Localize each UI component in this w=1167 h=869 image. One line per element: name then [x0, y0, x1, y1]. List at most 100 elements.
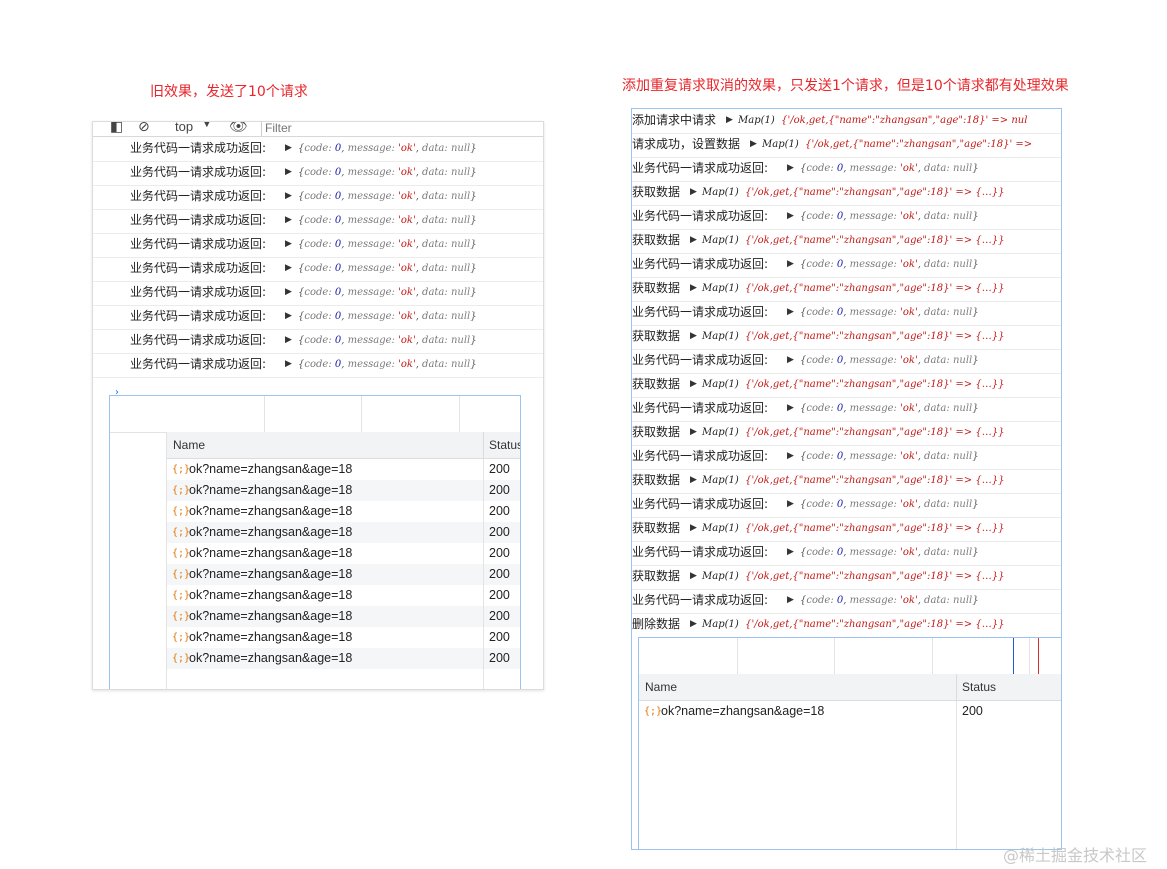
network-request-row[interactable]: {;} ok?name=zhangsan&age=18 200 [167, 501, 520, 522]
log-object-preview[interactable]: Map(1) {'/ok,get,{"name":"zhangsan","age… [702, 469, 1004, 492]
live-expression-eye-icon[interactable]: 👁 [229, 122, 248, 135]
log-object-preview[interactable]: Map(1) {'/ok,get,{"name":"zhangsan","age… [702, 517, 1004, 540]
log-object-preview[interactable]: {code: 0, message: 'ok', data: null} [298, 137, 477, 160]
expand-triangle-icon[interactable]: ▶ [690, 469, 697, 492]
log-object-preview[interactable]: {code: 0, message: 'ok', data: null} [800, 301, 979, 324]
request-name: ok?name=zhangsan&age=18 [189, 483, 353, 497]
log-label: 业务代码一请求成功返回: [130, 237, 267, 251]
expand-triangle-icon[interactable]: ▶ [690, 373, 697, 396]
network-table-header: Name Status [639, 674, 1061, 701]
context-selector[interactable]: top [175, 122, 193, 134]
right-console-log-list: 添加请求中请求 ▶ Map(1) {'/ok,get,{"name":"zhangs… [632, 109, 1061, 637]
log-object-preview[interactable]: {code: 0, message: 'ok', data: null} [800, 397, 979, 420]
log-object-preview[interactable]: {code: 0, message: 'ok', data: null} [298, 209, 477, 232]
expand-triangle-icon[interactable]: ▶ [726, 109, 733, 132]
log-object-preview[interactable]: {code: 0, message: 'ok', data: null} [800, 445, 979, 468]
console-log-row: 业务代码一请求成功返回: ▶ {code: 0, message: 'ok', da… [93, 161, 543, 186]
request-name: ok?name=zhangsan&age=18 [189, 588, 353, 602]
log-label: 请求成功，设置数据 [632, 137, 741, 151]
network-request-row[interactable]: {;} ok?name=zhangsan&age=18 200 [167, 606, 520, 627]
expand-triangle-icon[interactable]: ▶ [750, 133, 757, 156]
expand-triangle-icon[interactable]: ▶ [285, 305, 292, 328]
log-object-preview[interactable]: Map(1) {'/ok,get,{"name":"zhangsan","age… [702, 421, 1004, 444]
expand-triangle-icon[interactable]: ▶ [787, 349, 794, 372]
expand-triangle-icon[interactable]: ▶ [285, 137, 292, 160]
expand-triangle-icon[interactable]: ▶ [690, 229, 697, 252]
log-object-preview[interactable]: Map(1) {'/ok,get,{"name":"zhangsan","age… [702, 613, 1004, 636]
log-object-preview[interactable]: Map(1) {'/ok,get,{"name":"zhangsan","age… [702, 229, 1004, 252]
expand-triangle-icon[interactable]: ▶ [787, 493, 794, 516]
log-object-preview[interactable]: Map(1) {'/ok,get,{"name":"zhangsan","age… [702, 565, 1004, 588]
log-object-preview[interactable]: Map(1) {'/ok,get,{"name":"zhangsan","age… [702, 373, 1004, 396]
expand-triangle-icon[interactable]: ▶ [787, 589, 794, 612]
log-object-preview[interactable]: {code: 0, message: 'ok', data: null} [298, 305, 477, 328]
log-object-preview[interactable]: {code: 0, message: 'ok', data: null} [800, 253, 979, 276]
expand-triangle-icon[interactable]: ▶ [690, 517, 697, 540]
log-object-preview[interactable]: {code: 0, message: 'ok', data: null} [298, 185, 477, 208]
network-request-row[interactable]: {;} ok?name=zhangsan&age=18 200 [167, 585, 520, 606]
log-object-preview[interactable]: {code: 0, message: 'ok', data: null} [800, 157, 979, 180]
console-log-row: 业务代码一请求成功返回: ▶ {code: 0, message: 'ok', da… [632, 157, 1061, 182]
log-object-preview[interactable]: {code: 0, message: 'ok', data: null} [800, 349, 979, 372]
log-object-preview[interactable]: {code: 0, message: 'ok', data: null} [298, 161, 477, 184]
name-column-header[interactable]: Name [173, 438, 205, 452]
status-column-header[interactable]: Status [962, 680, 996, 694]
network-request-row[interactable]: {;} ok?name=zhangsan&age=18 200 [167, 480, 520, 501]
network-request-row[interactable]: {;} ok?name=zhangsan&age=18 200 [167, 522, 520, 543]
log-object-preview[interactable]: Map(1) {'/ok,get,{"name":"zhangsan","age… [702, 277, 1004, 300]
console-log-row: 业务代码一请求成功返回: ▶ {code: 0, message: 'ok', da… [93, 305, 543, 330]
expand-triangle-icon[interactable]: ▶ [285, 185, 292, 208]
console-log-row: 获取数据 ▶ Map(1) {'/ok,get,{"name":"zhangsan"… [632, 325, 1061, 350]
expand-triangle-icon[interactable]: ▶ [285, 209, 292, 232]
expand-triangle-icon[interactable]: ▶ [285, 161, 292, 184]
network-request-row[interactable]: {;} ok?name=zhangsan&age=18 200 [167, 564, 520, 585]
log-object-preview[interactable]: {code: 0, message: 'ok', data: null} [800, 541, 979, 564]
log-object-preview[interactable]: Map(1) {'/ok,get,{"name":"zhangsan","age… [738, 109, 1027, 132]
log-label: 添加请求中请求 [632, 113, 717, 127]
context-dropdown-arrow-icon[interactable]: ▼ [203, 122, 211, 129]
expand-triangle-icon[interactable]: ▶ [690, 181, 697, 204]
network-request-row[interactable]: {;} ok?name=zhangsan&age=18 200 [167, 459, 520, 480]
network-request-row[interactable]: {;} ok?name=zhangsan&age=18 200 [167, 627, 520, 648]
expand-triangle-icon[interactable]: ▶ [787, 541, 794, 564]
expand-triangle-icon[interactable]: ▶ [787, 205, 794, 228]
expand-triangle-icon[interactable]: ▶ [690, 325, 697, 348]
expand-triangle-icon[interactable]: ▶ [285, 353, 292, 376]
network-request-row[interactable]: {;} ok?name=zhangsan&age=18 200 [167, 543, 520, 564]
log-object-preview[interactable]: {code: 0, message: 'ok', data: null} [298, 281, 477, 304]
log-object-preview[interactable]: {code: 0, message: 'ok', data: null} [298, 329, 477, 352]
log-object-preview[interactable]: {code: 0, message: 'ok', data: null} [298, 353, 477, 376]
expand-triangle-icon[interactable]: ▶ [285, 257, 292, 280]
log-object-preview[interactable]: {code: 0, message: 'ok', data: null} [800, 589, 979, 612]
status-column-header[interactable]: Status [489, 438, 520, 452]
clear-console-icon[interactable]: ⊘ [138, 122, 150, 135]
log-object-preview[interactable]: {code: 0, message: 'ok', data: null} [298, 233, 477, 256]
network-request-row[interactable]: {;} ok?name=zhangsan&age=18 200 [167, 648, 520, 669]
expand-triangle-icon[interactable]: ▶ [787, 445, 794, 468]
log-object-preview[interactable]: {code: 0, message: 'ok', data: null} [298, 257, 477, 280]
caption-old-effect: 旧效果，发送了10个请求 [150, 84, 308, 100]
expand-triangle-icon[interactable]: ▶ [690, 613, 697, 636]
expand-triangle-icon[interactable]: ▶ [690, 421, 697, 444]
expand-triangle-icon[interactable]: ▶ [690, 565, 697, 588]
log-object-preview[interactable]: Map(1) {'/ok,get,{"name":"zhangsan","age… [702, 325, 1004, 348]
expand-triangle-icon[interactable]: ▶ [787, 157, 794, 180]
log-object-preview[interactable]: {code: 0, message: 'ok', data: null} [800, 205, 979, 228]
expand-triangle-icon[interactable]: ▶ [787, 301, 794, 324]
log-object-preview[interactable]: {code: 0, message: 'ok', data: null} [800, 493, 979, 516]
dom-content-loaded-marker [1013, 638, 1014, 674]
expand-triangle-icon[interactable]: ▶ [690, 277, 697, 300]
log-object-preview[interactable]: Map(1) {'/ok,get,{"name":"zhangsan","age… [762, 133, 1032, 156]
request-status: 200 [489, 567, 510, 581]
expand-triangle-icon[interactable]: ▶ [285, 281, 292, 304]
name-column-header[interactable]: Name [645, 680, 677, 694]
right-network-table: Name Status {;} ok?name=zhangsan&age=18 20… [638, 637, 1061, 849]
console-filter-input[interactable] [265, 122, 541, 136]
log-object-preview[interactable]: Map(1) {'/ok,get,{"name":"zhangsan","age… [702, 181, 1004, 204]
network-request-row[interactable]: {;} ok?name=zhangsan&age=18 200 [639, 701, 1061, 722]
expand-triangle-icon[interactable]: ▶ [285, 329, 292, 352]
expand-triangle-icon[interactable]: ▶ [787, 397, 794, 420]
sidebar-toggle-icon[interactable]: ◧ [110, 122, 123, 135]
expand-triangle-icon[interactable]: ▶ [285, 233, 292, 256]
expand-triangle-icon[interactable]: ▶ [787, 253, 794, 276]
